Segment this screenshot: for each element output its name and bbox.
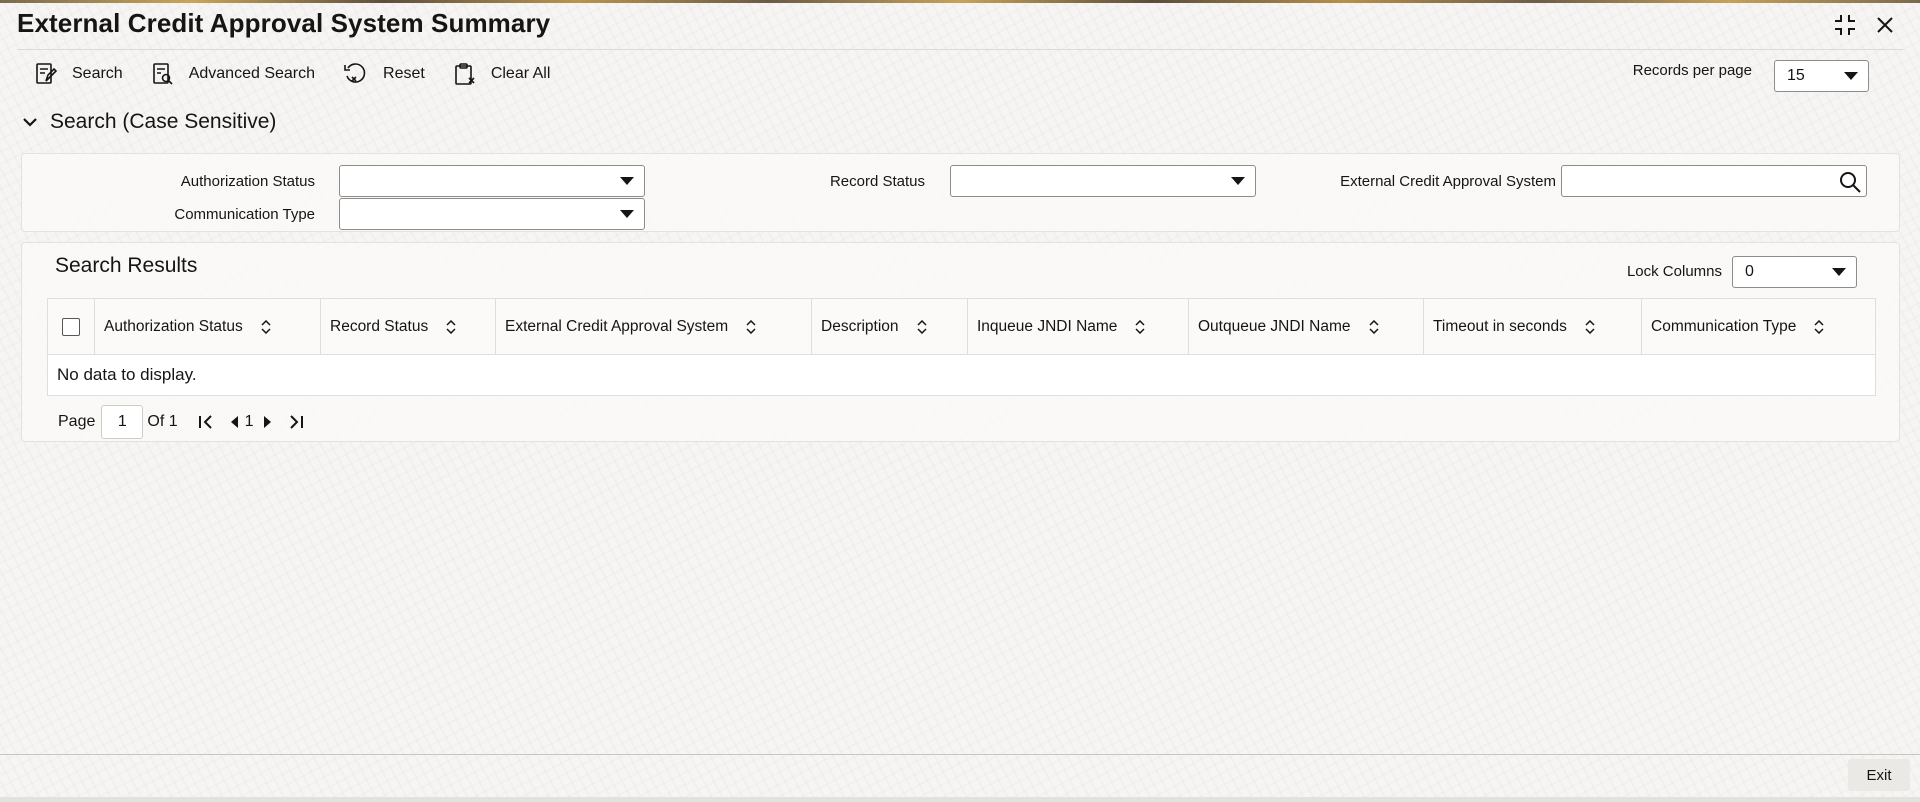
column-header-record-status[interactable]: Record Status	[321, 299, 496, 354]
communication-type-select[interactable]	[339, 198, 645, 230]
column-header-communication-type[interactable]: Communication Type	[1642, 299, 1875, 354]
column-header-external-credit-approval-system[interactable]: External Credit Approval System	[496, 299, 812, 354]
window-controls	[1832, 12, 1898, 38]
clipboard-clear-icon	[455, 63, 475, 85]
column-header-label: External Credit Approval System	[505, 317, 729, 335]
page-number: 1	[244, 413, 254, 430]
column-header-label: Description	[821, 317, 899, 335]
column-header-authorization-status[interactable]: Authorization Status	[95, 299, 321, 354]
search-button[interactable]: Search	[34, 62, 123, 86]
column-header-label: Inqueue JNDI Name	[977, 317, 1118, 335]
column-header-label: Outqueue JNDI Name	[1198, 317, 1351, 335]
exit-button[interactable]: Exit	[1848, 759, 1910, 791]
lock-columns-value: 0	[1745, 263, 1754, 280]
chevron-down-icon	[620, 210, 634, 218]
chevron-down-icon	[1231, 177, 1245, 185]
header-decorative-strip	[0, 0, 1920, 3]
chevron-down-icon	[23, 118, 37, 127]
lock-columns-select[interactable]: 0	[1732, 256, 1857, 288]
records-per-page-select[interactable]: 15	[1774, 60, 1869, 92]
close-window-button[interactable]	[1872, 12, 1898, 38]
chevron-down-icon	[1844, 72, 1858, 80]
footer-bottom-bar	[0, 797, 1920, 802]
close-icon	[1877, 17, 1893, 33]
footer-divider	[0, 754, 1920, 755]
search-document-icon	[36, 63, 58, 84]
record-status-label: Record Status	[829, 173, 925, 190]
advanced-search-button[interactable]: Advanced Search	[151, 62, 315, 86]
sort-icon[interactable]	[446, 319, 456, 334]
column-header-outqueue-jndi-name[interactable]: Outqueue JNDI Name	[1189, 299, 1424, 354]
current-page-input[interactable]: 1	[101, 405, 144, 439]
column-header-inqueue-jndi-name[interactable]: Inqueue JNDI Name	[968, 299, 1189, 354]
last-page-icon[interactable]	[288, 414, 304, 430]
reset-button-label: Reset	[383, 65, 425, 82]
search-results-title: Search Results	[55, 254, 198, 277]
sort-icon[interactable]	[1814, 319, 1824, 334]
results-table: Authorization Status Record Status Exter…	[47, 298, 1876, 396]
column-header-label: Record Status	[330, 317, 429, 335]
collapse-window-button[interactable]	[1832, 12, 1858, 38]
toolbar: Search Advanced Search Reset Clear All	[34, 62, 578, 86]
search-results-panel: Search Results Lock Columns 0 Authorizat…	[21, 242, 1900, 442]
next-page-icon[interactable]	[262, 416, 272, 428]
advanced-search-button-label: Advanced Search	[188, 65, 316, 82]
advanced-search-icon	[152, 63, 173, 85]
records-per-page-label: Records per page	[1632, 62, 1752, 79]
sort-icon[interactable]	[1368, 319, 1379, 334]
reset-icon	[344, 63, 366, 83]
sort-icon[interactable]	[1585, 319, 1595, 334]
lock-columns-label: Lock Columns	[1626, 263, 1722, 280]
column-header-timeout-in-seconds[interactable]: Timeout in seconds	[1424, 299, 1642, 354]
communication-type-label: Communication Type	[174, 206, 315, 223]
page-total-label: Of 1	[147, 413, 178, 430]
search-section-title: Search (Case Sensitive)	[50, 110, 277, 133]
table-header-row: Authorization Status Record Status Exter…	[48, 299, 1875, 355]
page-label: Page	[58, 413, 96, 430]
sort-icon[interactable]	[917, 319, 927, 334]
authorization-status-label: Authorization Status	[180, 173, 315, 190]
first-page-icon[interactable]	[198, 414, 214, 430]
column-header-description[interactable]: Description	[812, 299, 968, 354]
search-button-label: Search	[72, 65, 123, 82]
clear-all-button-label: Clear All	[490, 65, 551, 82]
collapse-icon	[1835, 15, 1855, 35]
records-per-page-value: 15	[1787, 67, 1805, 84]
search-icon[interactable]	[1838, 170, 1862, 194]
search-criteria-panel: Authorization Status Record Status Exter…	[21, 153, 1900, 232]
column-header-label: Timeout in seconds	[1433, 317, 1567, 335]
chevron-down-icon	[620, 177, 634, 185]
previous-page-icon[interactable]	[230, 416, 240, 428]
external-credit-approval-system-input[interactable]	[1561, 165, 1867, 197]
external-credit-approval-system-label: External Credit Approval System	[1340, 173, 1556, 190]
column-header-label: Authorization Status	[104, 317, 243, 335]
empty-table-message: No data to display.	[57, 365, 197, 384]
reset-button[interactable]: Reset	[343, 62, 425, 86]
chevron-down-icon	[1832, 268, 1846, 276]
search-section-toggle[interactable]: Search (Case Sensitive)	[22, 110, 276, 134]
column-header-label: Communication Type	[1651, 317, 1797, 335]
sort-icon[interactable]	[746, 319, 756, 334]
sort-icon[interactable]	[1135, 319, 1145, 334]
select-all-checkbox[interactable]	[62, 317, 80, 336]
pagination: Page 1 Of 1 1	[58, 405, 304, 439]
title-divider	[17, 49, 1903, 50]
clear-all-button[interactable]: Clear All	[453, 62, 551, 86]
record-status-select[interactable]	[950, 165, 1256, 197]
authorization-status-select[interactable]	[339, 165, 645, 197]
sort-icon[interactable]	[261, 319, 271, 334]
page-title: External Credit Approval System Summary	[17, 8, 551, 38]
select-all-cell	[48, 299, 95, 354]
